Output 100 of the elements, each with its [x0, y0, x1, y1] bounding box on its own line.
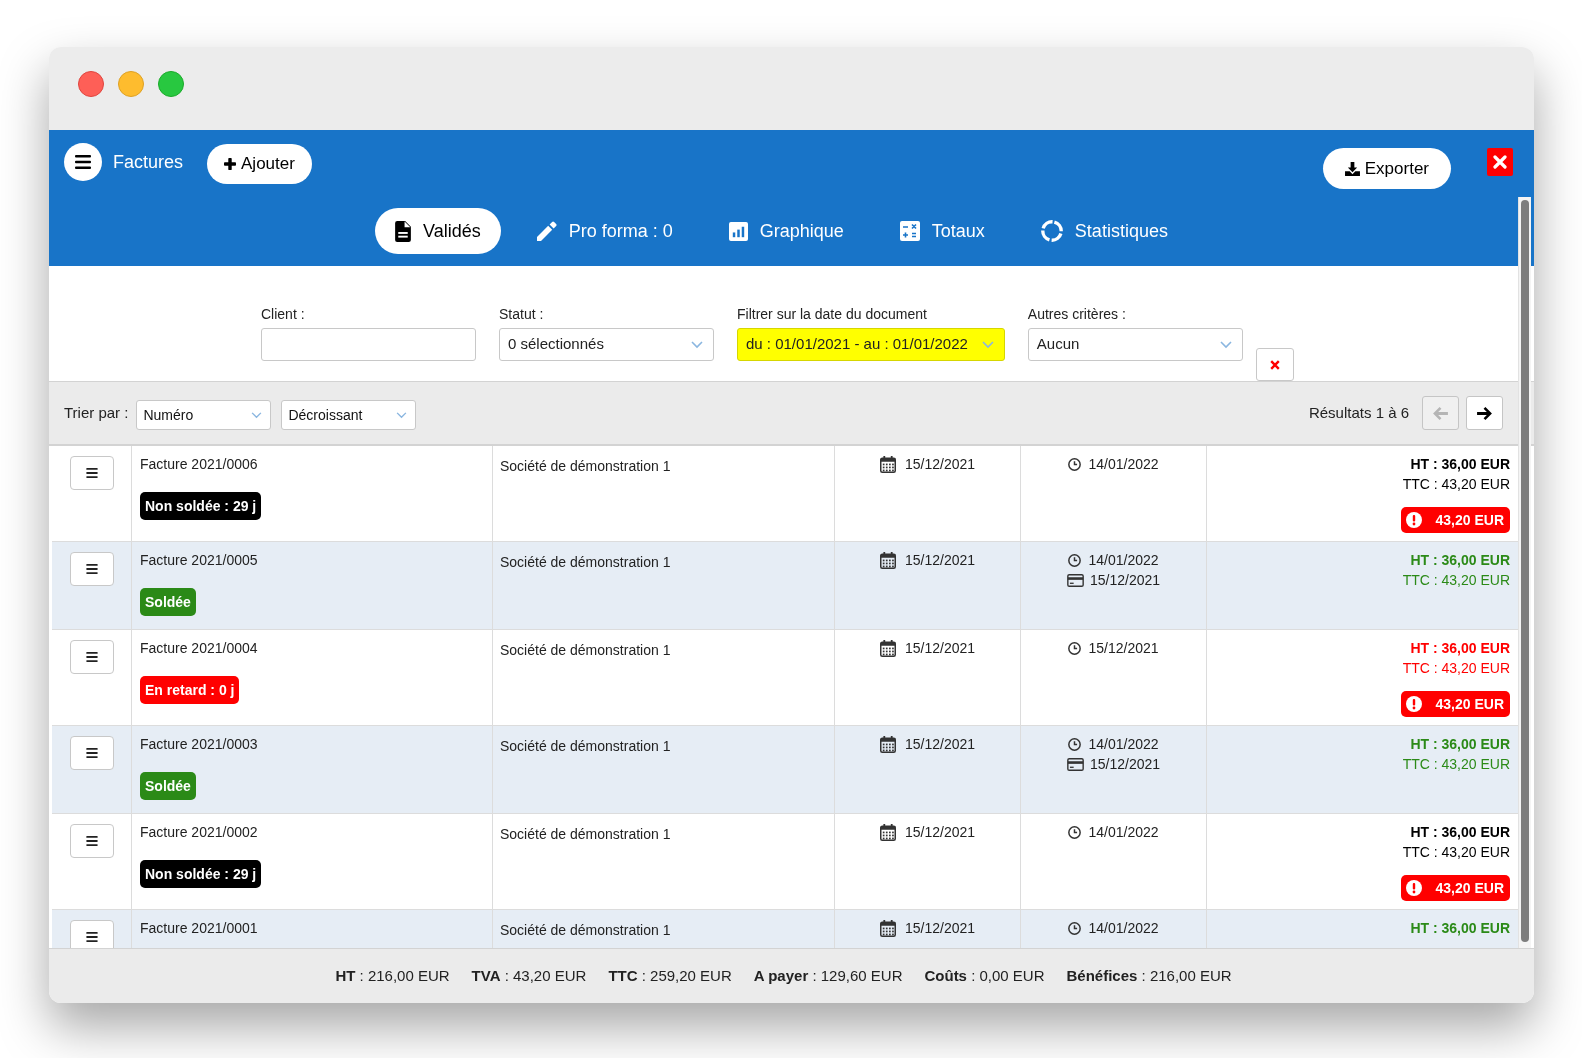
invoice-date: 15/12/2021	[904, 454, 976, 474]
tab[interactable]: Validés	[375, 208, 501, 254]
clock-icon	[1068, 641, 1082, 655]
client-name: Société de démonstration 1	[500, 554, 671, 570]
calendar-icon	[879, 735, 896, 753]
amount-excl-tax: HT : 36,00 EUR	[1410, 823, 1510, 842]
document-icon	[395, 220, 411, 242]
results-count: Résultats 1 à 6	[1308, 402, 1409, 423]
arrow-left-icon	[1433, 406, 1448, 420]
invoice-number: Facture 2021/0002	[140, 823, 258, 842]
clock-icon	[1068, 825, 1082, 839]
text-field[interactable]	[261, 328, 476, 361]
field-label: Statut :	[499, 305, 545, 324]
field-label: Filtrer sur la date du document	[737, 305, 928, 324]
chevron-down-icon	[396, 411, 408, 419]
due-date: 14/01/2022	[1088, 550, 1159, 570]
credit-card-icon	[1066, 758, 1084, 771]
clock-icon	[1068, 737, 1082, 751]
tab[interactable]: Pro forma : 0	[516, 208, 693, 254]
invoice-number: Facture 2021/0004	[140, 639, 258, 658]
footer-total: Bénéfices : 216,00 EUR	[1066, 965, 1232, 986]
due-date: 15/12/2021	[1088, 638, 1159, 658]
plus-icon	[224, 158, 237, 170]
close-icon	[1269, 359, 1280, 370]
client-name: Société de démonstration 1	[500, 738, 671, 754]
clock-icon	[1068, 553, 1082, 567]
due-date: 14/01/2022	[1088, 822, 1159, 842]
invoice-number: Facture 2021/0001	[140, 919, 258, 938]
invoice-number: Facture 2021/0006	[140, 455, 258, 474]
exclamation-icon	[1405, 880, 1422, 896]
invoice-number: Facture 2021/0005	[140, 551, 258, 570]
amount-excl-tax: HT : 36,00 EUR	[1410, 551, 1510, 570]
sort-order-dropdown[interactable]: Décroissant	[281, 400, 417, 430]
close-icon	[1493, 155, 1507, 169]
payment-date: 15/12/2021	[1089, 755, 1161, 774]
client-name: Société de démonstration 1	[500, 458, 671, 474]
menu-icon	[85, 564, 98, 574]
footer-total: TVA : 43,20 EUR	[471, 965, 587, 986]
tab[interactable]: Graphique	[708, 208, 864, 254]
status-tag: Non soldée : 29 j	[140, 860, 262, 888]
calendar-icon	[879, 919, 896, 937]
chevron-down-icon	[251, 411, 263, 419]
client-name: Société de démonstration 1	[500, 826, 671, 842]
invoice-date: 15/12/2021	[904, 822, 976, 842]
amount-incl-tax: TTC : 43,20 EUR	[1402, 571, 1510, 590]
status-tag: Soldée	[140, 772, 196, 800]
dropdown[interactable]: 0 sélectionnés	[499, 328, 714, 361]
close-button[interactable]	[1487, 148, 1513, 176]
footer-total: TTC : 259,20 EUR	[608, 965, 732, 986]
next-page-button[interactable]	[1466, 396, 1503, 430]
dropdown[interactable]: Aucun	[1027, 328, 1243, 361]
amount-due: 43,20 EUR	[1435, 510, 1504, 530]
amount-excl-tax: HT : 36,00 EUR	[1410, 455, 1510, 474]
window-close-button[interactable]	[78, 71, 104, 97]
amount-excl-tax: HT : 36,00 EUR	[1410, 639, 1510, 658]
menu-icon	[85, 652, 98, 662]
amount-excl-tax: HT : 36,00 EUR	[1410, 735, 1510, 754]
row-menu-button[interactable]	[69, 824, 114, 858]
exclamation-icon	[1405, 696, 1422, 712]
due-date: 14/01/2022	[1088, 734, 1159, 754]
client-name: Société de démonstration 1	[500, 922, 671, 938]
exclamation-icon	[1405, 512, 1422, 528]
menu-icon	[85, 932, 98, 942]
row-menu-button[interactable]	[69, 552, 114, 586]
dropdown[interactable]: du : 01/01/2021 - au : 01/01/2022	[737, 328, 1005, 361]
menu-icon	[85, 748, 98, 758]
chevron-down-icon	[981, 340, 994, 349]
pencil-icon	[536, 221, 557, 241]
row-menu-button[interactable]	[69, 456, 114, 490]
amount-excl-tax: HT : 36,00 EUR	[1410, 919, 1510, 938]
status-tag: En retard : 0 j	[140, 676, 240, 704]
footer-total: Coûts : 0,00 EUR	[924, 965, 1045, 986]
clear-filters-button[interactable]	[1255, 348, 1294, 381]
download-icon	[1344, 161, 1360, 176]
calculator-icon	[899, 221, 920, 241]
invoice-date: 15/12/2021	[904, 550, 976, 570]
chevron-down-icon	[691, 340, 703, 349]
arrow-right-icon	[1477, 406, 1492, 420]
menu-icon	[85, 468, 98, 478]
client-name: Société de démonstration 1	[500, 642, 671, 658]
calendar-icon	[879, 823, 896, 841]
page-title: Factures	[113, 151, 184, 174]
sort-label: Trier par :	[64, 403, 129, 423]
scrollbar-thumb[interactable]	[1521, 200, 1529, 942]
tab[interactable]: Totaux	[879, 208, 1005, 254]
sort-field-dropdown[interactable]: Numéro	[136, 400, 272, 430]
calendar-icon	[879, 455, 896, 473]
menu-icon	[75, 155, 91, 169]
row-menu-button[interactable]	[69, 920, 114, 948]
export-button[interactable]: Exporter	[1322, 148, 1451, 189]
row-menu-button[interactable]	[69, 736, 114, 770]
calendar-icon	[879, 639, 896, 657]
invoice-date: 15/12/2021	[904, 734, 976, 754]
add-button[interactable]: Ajouter	[207, 144, 312, 184]
menu-button[interactable]	[64, 143, 102, 181]
status-tag: Non soldée : 29 j	[140, 492, 262, 520]
tab[interactable]: Statistiques	[1020, 208, 1188, 254]
clock-icon	[1068, 921, 1082, 935]
row-menu-button[interactable]	[69, 640, 114, 674]
footer-total: A payer : 129,60 EUR	[753, 965, 903, 986]
